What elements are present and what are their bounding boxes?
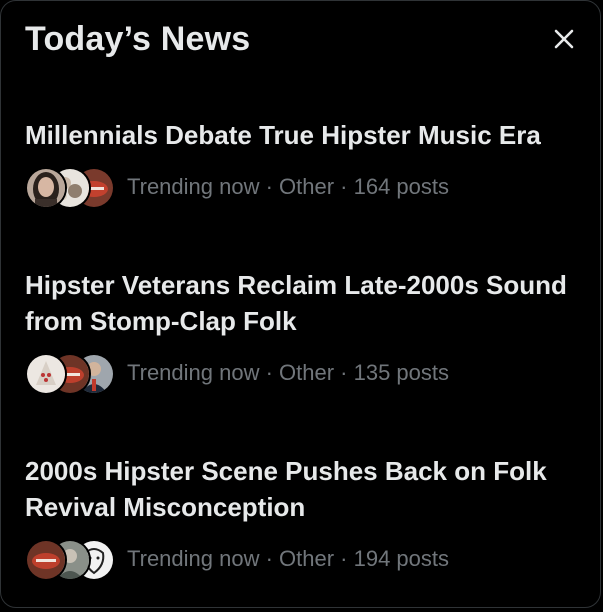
close-icon[interactable] xyxy=(548,23,580,55)
todays-news-panel: Today’s News Millennials Debate True Hip… xyxy=(0,0,601,608)
panel-header: Today’s News xyxy=(25,19,580,61)
news-meta-row: Trending now · Other · 135 posts xyxy=(25,351,580,395)
news-headline[interactable]: 2000s Hipster Scene Pushes Back on Folk … xyxy=(25,453,580,525)
news-meta: Trending now · Other · 194 posts xyxy=(127,546,450,571)
avatar-red-lips xyxy=(25,539,67,581)
avatar-group xyxy=(25,351,115,395)
avatar-woman-dark-hair xyxy=(25,167,67,209)
news-headline[interactable]: Millennials Debate True Hipster Music Er… xyxy=(25,117,580,153)
news-meta-row: Trending now · Other · 164 posts xyxy=(25,165,580,209)
news-item[interactable]: 2000s Hipster Scene Pushes Back on Folk … xyxy=(25,453,580,581)
news-headline[interactable]: Hipster Veterans Reclaim Late-2000s Soun… xyxy=(25,267,580,339)
news-meta: Trending now · Other · 135 posts xyxy=(127,360,450,385)
news-item[interactable]: Hipster Veterans Reclaim Late-2000s Soun… xyxy=(25,267,580,395)
news-item[interactable]: Millennials Debate True Hipster Music Er… xyxy=(25,117,580,209)
avatar-group xyxy=(25,165,115,209)
avatar-cartoon-figure xyxy=(25,353,67,395)
avatar-group xyxy=(25,537,115,581)
news-meta: Trending now · Other · 164 posts xyxy=(127,174,450,199)
panel-title: Today’s News xyxy=(25,20,251,58)
news-meta-row: Trending now · Other · 194 posts xyxy=(25,537,580,581)
